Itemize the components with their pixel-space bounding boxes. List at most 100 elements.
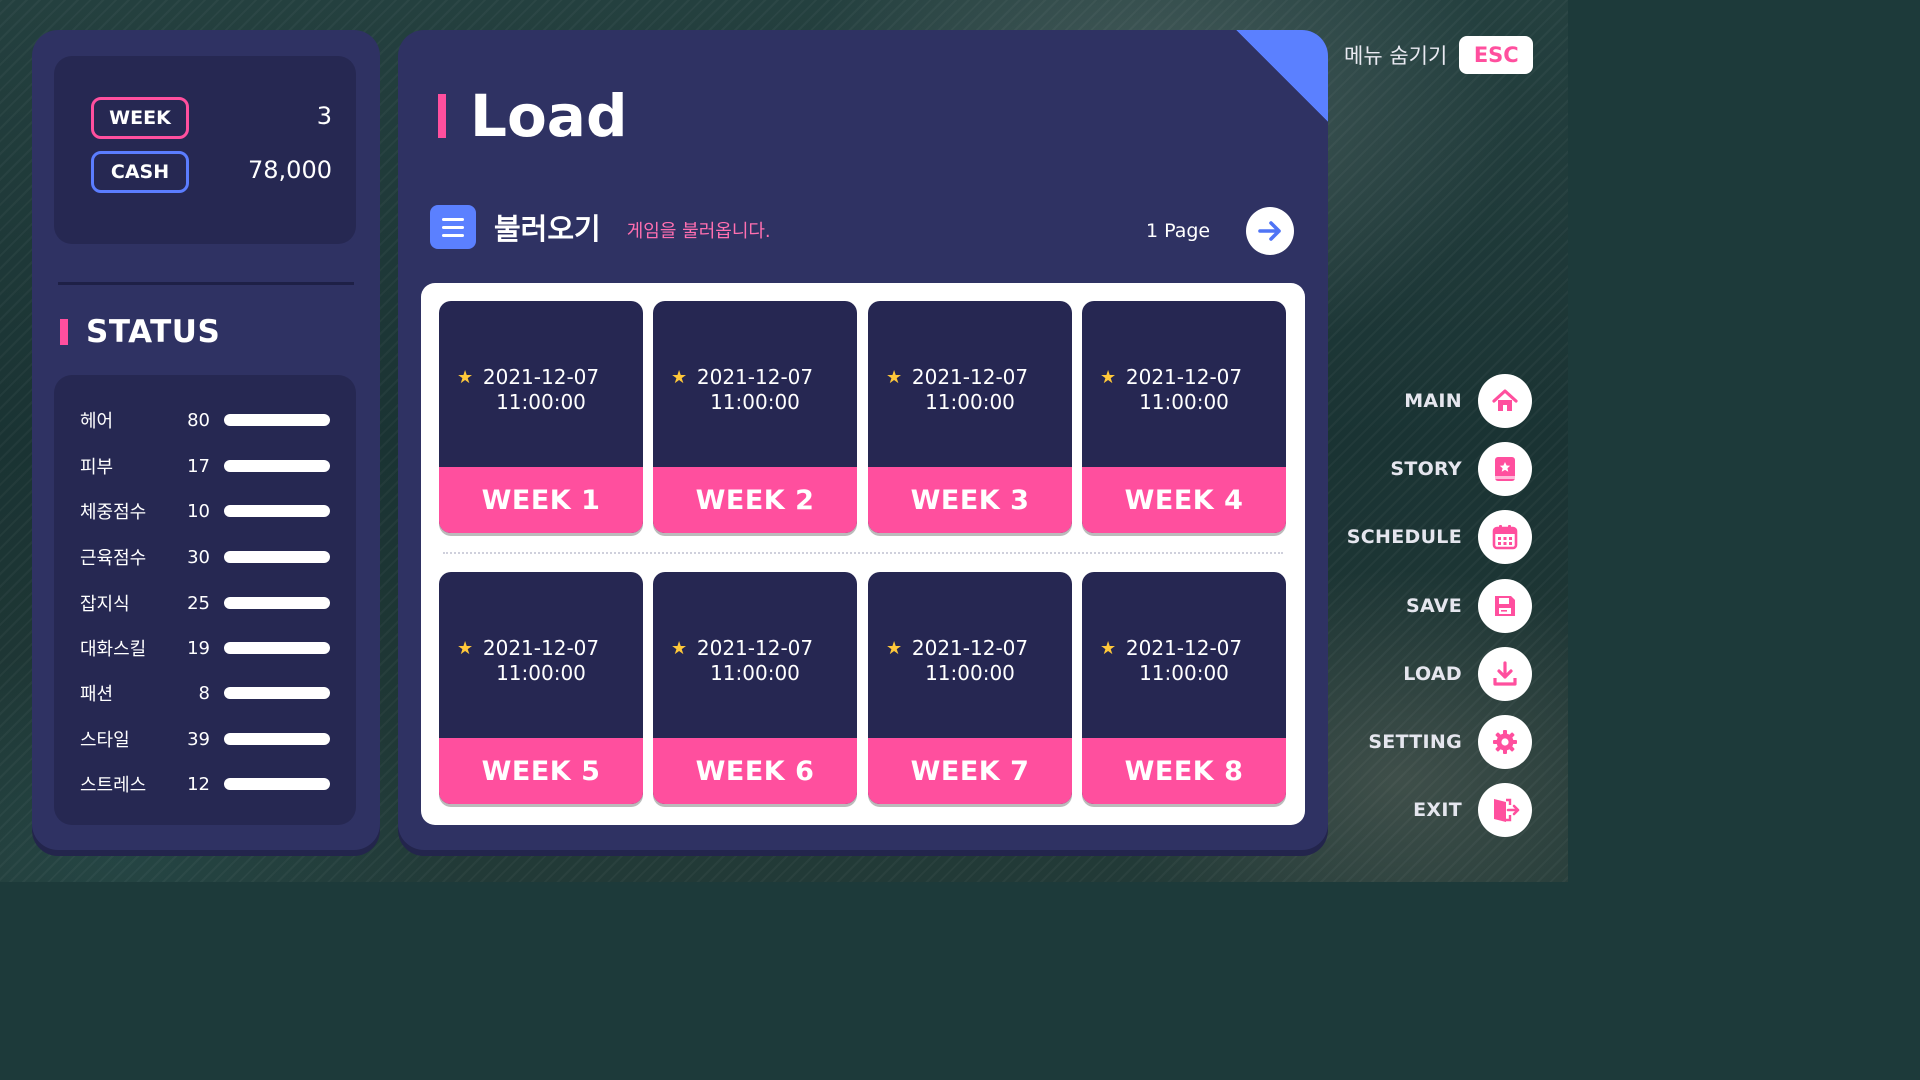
stat-bar <box>224 460 330 472</box>
save-slot[interactable]: ★ 2021-12-07 11:00:00 WEEK 8 <box>1082 572 1286 804</box>
stat-name: 피부 <box>80 457 114 478</box>
stat-name: 패션 <box>80 684 114 705</box>
stat-name: 헤어 <box>80 411 114 432</box>
book-icon[interactable] <box>1478 442 1532 496</box>
floppy-disk-icon[interactable] <box>1478 579 1532 633</box>
save-slot[interactable]: ★ 2021-12-07 11:00:00 WEEK 7 <box>868 572 1072 804</box>
stat-name: 체중점수 <box>80 502 147 523</box>
slot-datetime: ★ 2021-12-07 11:00:00 <box>868 365 1072 415</box>
stat-bar <box>224 551 330 563</box>
stats-list: 헤어 80 피부 17 체중점수 10 근육점수 30 잡지식 25 대화스킬 … <box>54 375 356 825</box>
stat-row: 근육점수 30 <box>80 545 340 569</box>
slot-time: 11:00:00 <box>710 390 800 414</box>
slot-time: 11:00:00 <box>1139 390 1229 414</box>
calendar-icon[interactable] <box>1478 510 1532 564</box>
save-slot[interactable]: ★ 2021-12-07 11:00:00 WEEK 4 <box>1082 301 1286 533</box>
exit-door-icon[interactable] <box>1478 783 1532 837</box>
nav-story[interactable]: STORY <box>1390 442 1532 496</box>
week-value: 3 <box>316 102 332 130</box>
stat-value: 80 <box>187 409 210 431</box>
star-icon: ★ <box>1100 638 1117 659</box>
save-slot[interactable]: ★ 2021-12-07 11:00:00 WEEK 1 <box>439 301 643 533</box>
nav-load[interactable]: LOAD <box>1403 647 1532 701</box>
nav-schedule[interactable]: SCHEDULE <box>1347 510 1532 564</box>
status-title-text: STATUS <box>86 314 221 350</box>
stat-row: 체중점수 10 <box>80 499 340 523</box>
nav-label: MAIN <box>1404 390 1462 412</box>
corner-decoration <box>1236 30 1328 122</box>
nav-save[interactable]: SAVE <box>1406 579 1532 633</box>
star-icon: ★ <box>886 638 903 659</box>
arrow-right-icon <box>1258 221 1281 241</box>
stat-value: 19 <box>187 637 210 659</box>
stat-value: 39 <box>187 728 210 750</box>
star-icon: ★ <box>457 638 474 659</box>
cash-value: 78,000 <box>248 156 332 184</box>
slot-datetime: ★ 2021-12-07 11:00:00 <box>439 636 643 686</box>
nav-label: EXIT <box>1413 799 1462 821</box>
stat-bar <box>224 778 330 790</box>
slot-time: 11:00:00 <box>1139 661 1229 685</box>
slot-label: WEEK 4 <box>1082 467 1286 533</box>
slot-datetime: ★ 2021-12-07 11:00:00 <box>1082 636 1286 686</box>
save-slot[interactable]: ★ 2021-12-07 11:00:00 WEEK 5 <box>439 572 643 804</box>
stat-name: 스타일 <box>80 730 130 751</box>
star-icon: ★ <box>457 367 474 388</box>
slot-time: 11:00:00 <box>496 661 586 685</box>
slot-label: WEEK 6 <box>653 738 857 804</box>
nav-setting[interactable]: SETTING <box>1368 715 1532 769</box>
slot-datetime: ★ 2021-12-07 11:00:00 <box>868 636 1072 686</box>
stat-value: 12 <box>187 773 210 795</box>
status-heading: STATUS <box>60 314 220 350</box>
page-indicator: 1 Page <box>1146 220 1211 242</box>
next-page-button[interactable] <box>1246 207 1294 255</box>
stat-row: 스트레스 12 <box>80 772 340 796</box>
stat-value: 17 <box>187 455 210 477</box>
slot-time: 11:00:00 <box>710 661 800 685</box>
nav-label: STORY <box>1390 458 1462 480</box>
slot-datetime: ★ 2021-12-07 11:00:00 <box>1082 365 1286 415</box>
stat-value: 10 <box>187 500 210 522</box>
slot-datetime: ★ 2021-12-07 11:00:00 <box>653 365 857 415</box>
save-slot-grid: ★ 2021-12-07 11:00:00 WEEK 1 ★ 2021-12-0… <box>421 283 1305 825</box>
list-menu-icon[interactable] <box>430 205 476 249</box>
hide-menu-control: 메뉴 숨기기 ESC <box>1344 36 1534 74</box>
save-slot[interactable]: ★ 2021-12-07 11:00:00 WEEK 2 <box>653 301 857 533</box>
stat-name: 대화스킬 <box>80 639 147 660</box>
stat-name: 스트레스 <box>80 775 147 796</box>
slot-label: WEEK 1 <box>439 467 643 533</box>
nav-label: SETTING <box>1368 731 1462 753</box>
stat-value: 8 <box>198 682 210 704</box>
star-icon: ★ <box>886 367 903 388</box>
stat-row: 스타일 39 <box>80 727 340 751</box>
hide-menu-label: 메뉴 숨기기 <box>1344 44 1448 68</box>
cash-badge: CASH <box>91 151 189 193</box>
accent-bar <box>60 319 68 345</box>
save-slot[interactable]: ★ 2021-12-07 11:00:00 WEEK 6 <box>653 572 857 804</box>
slot-label: WEEK 7 <box>868 738 1072 804</box>
slot-datetime: ★ 2021-12-07 11:00:00 <box>653 636 857 686</box>
slot-time: 11:00:00 <box>925 390 1015 414</box>
stat-name: 근육점수 <box>80 548 147 569</box>
stat-bar <box>224 414 330 426</box>
slot-label: WEEK 5 <box>439 738 643 804</box>
slot-datetime: ★ 2021-12-07 11:00:00 <box>439 365 643 415</box>
download-icon[interactable] <box>1478 647 1532 701</box>
gear-icon[interactable] <box>1478 715 1532 769</box>
row-divider <box>443 552 1283 554</box>
nav-label: SCHEDULE <box>1346 526 1462 548</box>
page-title: Load <box>438 82 627 150</box>
slot-time: 11:00:00 <box>925 661 1015 685</box>
stat-value: 30 <box>187 546 210 568</box>
player-panel: WEEK 3 CASH 78,000 STATUS 헤어 80 피부 17 체중… <box>32 30 380 850</box>
nav-main[interactable]: MAIN <box>1404 374 1532 428</box>
load-panel: Load 불러오기 게임을 불러옵니다. 1 Page ★ 2021-12-07… <box>398 30 1328 850</box>
home-icon[interactable] <box>1478 374 1532 428</box>
nav-exit[interactable]: EXIT <box>1413 783 1532 837</box>
stat-row: 피부 17 <box>80 454 340 478</box>
save-slot[interactable]: ★ 2021-12-07 11:00:00 WEEK 3 <box>868 301 1072 533</box>
stat-row: 헤어 80 <box>80 408 340 432</box>
week-badge: WEEK <box>91 97 189 139</box>
esc-button[interactable]: ESC <box>1459 36 1534 74</box>
section-title: 불러오기 <box>494 212 601 246</box>
